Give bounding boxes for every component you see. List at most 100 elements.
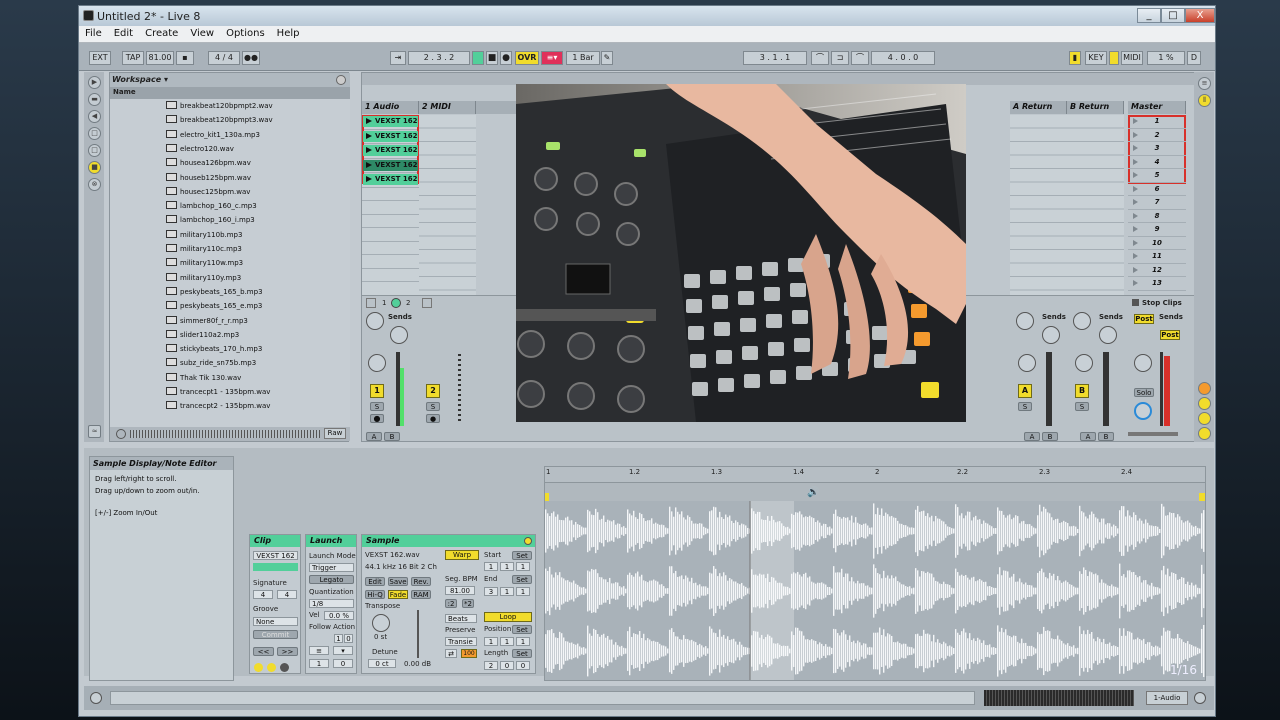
overdub-button[interactable]: OVR [515,51,539,65]
reverse-button[interactable]: Rev. [411,577,431,586]
stop-button[interactable]: ■ [486,51,498,65]
clip-slot[interactable] [362,201,419,215]
loop-button[interactable]: Loop [484,612,532,622]
clip-slot[interactable] [362,282,419,296]
scene-launch[interactable]: 5 [1128,169,1186,183]
master-pan-knob[interactable] [1134,354,1152,372]
follow-action-chance-a[interactable]: 1 [309,659,329,668]
menu-create[interactable]: Create [139,26,184,39]
midi-map-indicator[interactable] [1109,51,1119,65]
crossfade-b-button[interactable]: B [384,432,400,441]
start-beat[interactable]: 1 [500,562,514,571]
ext-button[interactable]: EXT [89,51,111,65]
legato-button[interactable]: Legato [309,575,354,584]
list-item[interactable]: houseb125bpm.wav [166,171,251,185]
arm-button[interactable]: ● [426,414,440,423]
commit-button[interactable]: Commit [253,630,298,639]
post-button-2[interactable]: Post [1160,330,1180,340]
return-a-send-b-knob[interactable] [1042,326,1060,344]
scene-launch[interactable]: 8 [1128,210,1186,223]
loop-length-field[interactable]: 4 . 0 . 0 [871,51,935,65]
return-b-activator[interactable]: B [1075,384,1089,398]
length-bar[interactable]: 2 [484,661,498,670]
detail-toggle-icon[interactable] [1194,692,1206,704]
list-item[interactable]: lambchop_160_c.mp3 [166,199,257,213]
warp-button[interactable]: Warp [445,550,479,560]
send-a-knob[interactable] [366,312,384,330]
track-header-midi[interactable]: 2 MIDI [419,101,476,114]
loop-switch[interactable]: ⊐ [831,51,849,65]
detune-field[interactable]: 0 ct [368,659,396,668]
sample-editor[interactable]: 1 1.2 1.3 1.4 2 2.2 2.3 2.4 🔊 1/16 [544,466,1206,681]
end-marker[interactable] [1199,493,1205,501]
clip[interactable]: VEXST 162 [363,130,418,142]
list-item[interactable]: subz_ride_sn75b.mp3 [166,356,256,370]
monitor-icon[interactable] [366,298,376,308]
scene-launch[interactable]: 7 [1128,196,1186,210]
loop-start-field[interactable]: 3 . 1 . 1 [743,51,807,65]
end-bar[interactable]: 3 [484,587,498,596]
list-item[interactable]: military110w.mp3 [166,256,243,270]
hi-q-button[interactable]: Hi-Q [365,590,385,599]
start-set-button[interactable]: Set [512,551,532,560]
clip-slot[interactable] [362,255,419,269]
pencil-icon[interactable]: ✎ [601,51,613,65]
position-bar[interactable]: 1 [484,637,498,646]
loop-brace-area[interactable]: 🔊 [545,483,1205,501]
list-item[interactable]: trancecpt1 - 135bpm.wav [166,385,270,399]
return-a-xfade-a[interactable]: A [1024,432,1040,441]
list-item[interactable]: housec125bpm.wav [166,185,250,199]
edit-button[interactable]: Edit [365,577,385,586]
play-preview-icon[interactable]: ▶ [88,76,101,89]
scene-launch[interactable]: 11 [1128,250,1186,264]
returns-toggle-icon[interactable] [1198,412,1211,425]
position-set-button[interactable]: Set [512,625,532,634]
punch-out-icon[interactable]: ⌒ [851,51,869,65]
session-view-icon[interactable]: ≡ [1198,77,1211,90]
clip-slot[interactable]: VEXST 162 [362,174,419,188]
file-browser-1-icon[interactable]: □ [88,127,101,140]
file-browser-2-icon[interactable]: □ [88,144,101,157]
io-toggle-icon[interactable] [1198,382,1211,395]
return-header-b[interactable]: B Return [1067,101,1124,114]
monitor-auto-icon[interactable] [391,298,401,308]
save-button[interactable]: Save [388,577,408,586]
follow-action-chance-b[interactable]: 0 [333,659,353,668]
arm-button[interactable]: ● [370,414,384,423]
ram-button[interactable]: RAM [411,590,431,599]
clip-name-field[interactable]: VEXST 162 [253,551,298,560]
track-1-activator[interactable]: 1 [370,384,384,398]
device-browser-icon[interactable]: ▬ [88,93,101,106]
crossfade-a-button[interactable]: A [366,432,382,441]
warp-mode-select[interactable]: Beats [445,614,477,623]
raw-button[interactable]: Raw [324,428,346,439]
clip[interactable]: VEXST 162 [363,174,418,185]
clip[interactable]: VEXST 162 [363,116,418,127]
arrangement-position[interactable]: 2 . 3 . 2 [408,51,470,65]
solo-button[interactable]: S [370,402,384,411]
tap-button[interactable]: TAP [122,51,144,65]
grain-size-field[interactable]: 100 [461,649,477,658]
sample-options-icon[interactable] [524,537,532,545]
signature-field[interactable]: 4 / 4 [208,51,240,65]
name-column-header[interactable]: Name [110,87,350,99]
post-button[interactable]: Post [1134,314,1154,324]
menu-view[interactable]: View [184,26,220,39]
transpose-knob[interactable] [372,614,390,632]
browser-hide-icon[interactable]: ≈ [88,425,101,438]
preview-icon[interactable] [116,429,126,439]
crossfader[interactable] [1128,432,1178,436]
scene-launch[interactable]: 6 [1128,183,1186,196]
list-item[interactable]: electro_kit1_130a.mp3 [166,128,260,142]
plugin-browser-icon[interactable]: ◀ [88,110,101,123]
midi-map-button[interactable]: MIDI [1121,51,1143,65]
show-launch-icon[interactable] [254,663,263,672]
menu-file[interactable]: File [79,26,108,39]
preserve-select[interactable]: Transie [445,637,477,646]
end-set-button[interactable]: Set [512,575,532,584]
position-beat[interactable]: 1 [500,637,514,646]
solo-cue-button[interactable]: Solo [1134,388,1154,397]
signature-numerator[interactable]: 4 [253,590,273,599]
length-beat[interactable]: 0 [500,661,514,670]
list-item[interactable]: stickybeats_170_h.mp3 [166,342,262,356]
